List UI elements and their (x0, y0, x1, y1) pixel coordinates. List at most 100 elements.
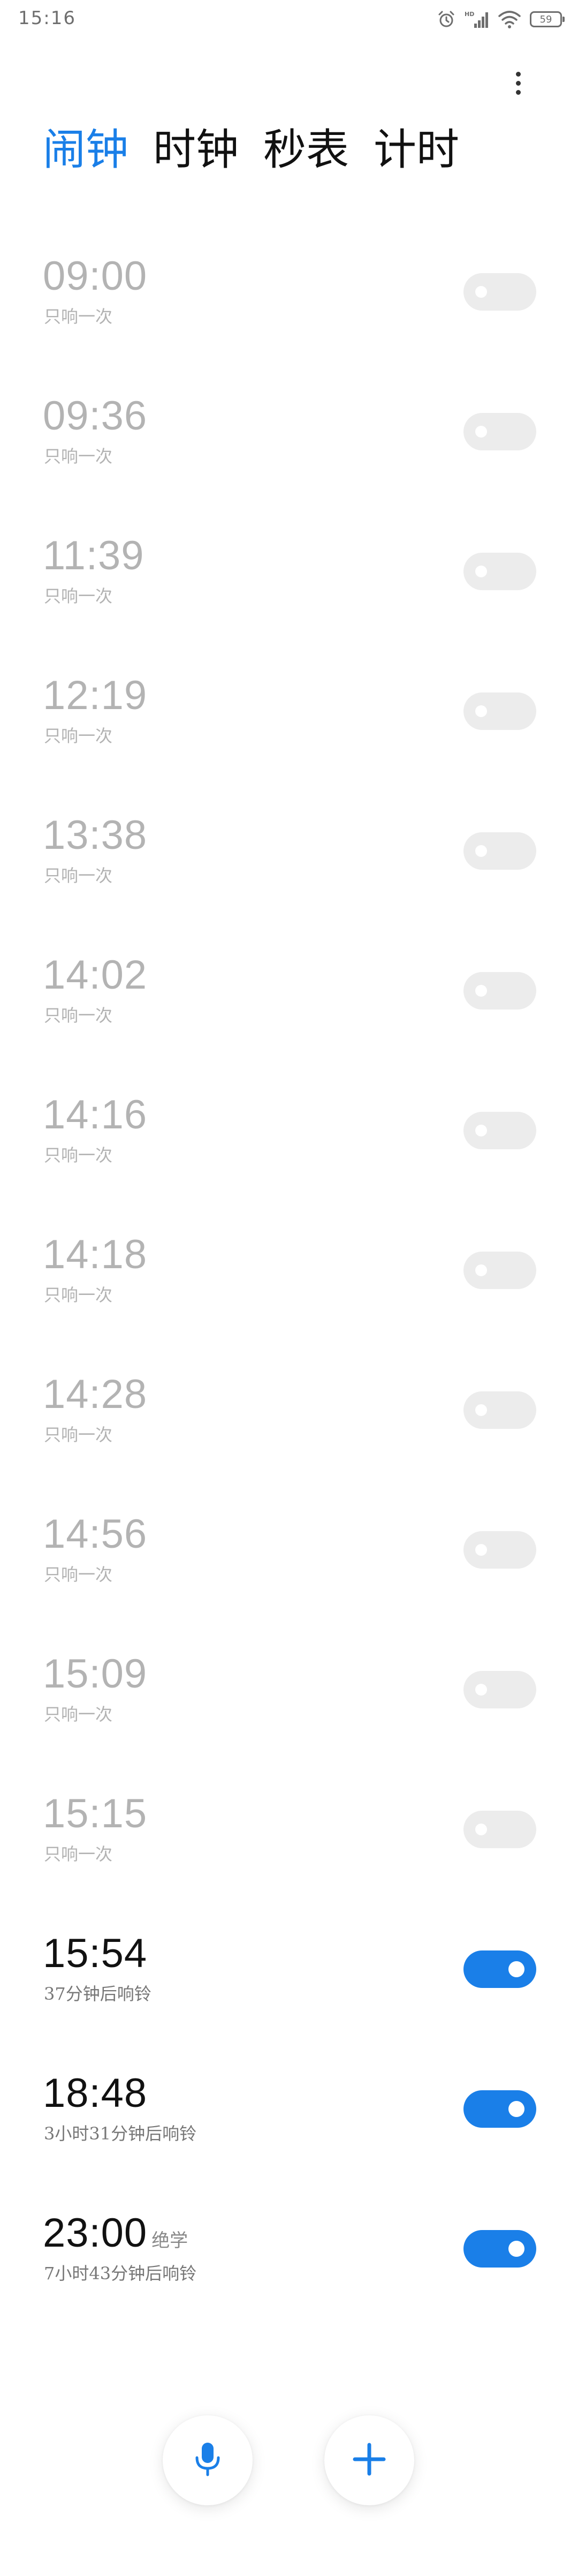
alarm-item[interactable]: 18:48 3小时31分钟后响铃 (0, 2042, 578, 2181)
toggle-knob (475, 705, 487, 717)
alarm-item[interactable]: 14:18 只响一次 (0, 1203, 578, 1343)
toggle-knob (475, 1544, 487, 1556)
alarm-time-value: 11:39 (43, 533, 144, 578)
alarm-subtitle: 只响一次 (44, 1564, 113, 1585)
tab-stopwatch[interactable]: 秒表 (263, 129, 349, 171)
plus-icon (351, 2441, 388, 2480)
alarm-time: 09:36 (43, 396, 147, 436)
tab-alarm[interactable]: 闹钟 (43, 129, 128, 171)
toggle-knob (475, 1824, 487, 1835)
alarm-subtitle: 7小时43分钟后响铃 (44, 2263, 197, 2284)
alarm-toggle[interactable] (463, 413, 536, 450)
alarm-item[interactable]: 13:38 只响一次 (0, 784, 578, 923)
alarm-time: 14:16 (43, 1095, 147, 1135)
alarm-toggle[interactable] (463, 1252, 536, 1289)
alarm-item[interactable]: 14:16 只响一次 (0, 1064, 578, 1203)
alarm-time-value: 14:16 (43, 1092, 148, 1138)
alarm-time-value: 09:36 (43, 393, 148, 439)
battery-level: 59 (539, 13, 552, 25)
toggle-knob (475, 566, 487, 577)
alarm-time: 14:18 (43, 1234, 147, 1275)
alarm-toggle[interactable] (463, 1531, 536, 1569)
microphone-icon (192, 2441, 224, 2480)
toggle-knob (475, 1684, 487, 1696)
wifi-icon (498, 10, 521, 29)
voice-alarm-button[interactable] (163, 2415, 253, 2505)
alarm-item[interactable]: 09:00 只响一次 (0, 225, 578, 364)
toggle-knob (475, 985, 487, 997)
more-vertical-icon-dot (515, 80, 521, 86)
alarm-toggle[interactable] (463, 273, 536, 311)
alarm-time: 15:54 (43, 1933, 147, 1974)
tab-clock[interactable]: 时钟 (153, 129, 239, 171)
alarm-time-value: 09:00 (43, 253, 148, 299)
alarm-toggle[interactable] (463, 972, 536, 1010)
hd-signal-icon: HD (465, 10, 489, 29)
alarm-subtitle: 只响一次 (44, 306, 113, 327)
alarm-toggle[interactable] (463, 1811, 536, 1848)
alarm-subtitle: 只响一次 (44, 586, 113, 606)
toggle-knob (475, 1264, 487, 1276)
alarm-toggle[interactable] (463, 2230, 536, 2268)
alarm-subtitle: 只响一次 (44, 1285, 113, 1305)
alarm-label: 绝学 (151, 2230, 188, 2251)
alarm-item[interactable]: 15:54 37分钟后响铃 (0, 1902, 578, 2042)
add-alarm-button[interactable] (324, 2415, 414, 2505)
alarm-item[interactable]: 14:02 只响一次 (0, 924, 578, 1063)
alarm-item[interactable]: 09:36 只响一次 (0, 365, 578, 504)
more-vertical-icon-dot (515, 89, 521, 95)
alarm-time-value: 14:18 (43, 1232, 148, 1277)
alarm-toggle[interactable] (463, 1671, 536, 1708)
toggle-knob (475, 1404, 487, 1416)
alarm-time: 12:19 (43, 675, 147, 716)
alarm-toggle[interactable] (463, 1112, 536, 1149)
tab-bar: 闹钟 时钟 秒表 计时 (43, 120, 459, 179)
alarm-subtitle: 只响一次 (44, 1425, 113, 1445)
alarm-item[interactable]: 12:19 只响一次 (0, 644, 578, 784)
battery-icon: 59 (530, 11, 565, 27)
toggle-knob (475, 426, 487, 438)
alarm-time-value: 14:56 (43, 1511, 148, 1557)
alarm-item[interactable]: 14:56 只响一次 (0, 1483, 578, 1622)
alarm-subtitle: 37分钟后响铃 (44, 1984, 151, 2004)
alarm-item[interactable]: 15:15 只响一次 (0, 1762, 578, 1902)
alarm-time-value: 12:19 (43, 673, 148, 718)
tab-timer[interactable]: 计时 (374, 129, 459, 171)
alarm-item[interactable]: 11:39 只响一次 (0, 504, 578, 644)
alarm-time: 09:00 (43, 256, 147, 297)
alarm-item[interactable]: 15:09 只响一次 (0, 1623, 578, 1762)
toggle-knob (475, 845, 487, 857)
alarm-subtitle: 只响一次 (44, 865, 113, 886)
alarm-toggle[interactable] (463, 832, 536, 870)
alarm-time: 13:38 (43, 815, 147, 856)
status-bar: 15:16 HD 59 (0, 0, 578, 43)
alarm-item[interactable]: 14:28 只响一次 (0, 1343, 578, 1482)
alarm-icon (437, 10, 456, 29)
alarm-time-value: 23:00 (43, 2210, 148, 2256)
alarm-time-value: 14:02 (43, 952, 148, 998)
alarm-subtitle: 只响一次 (44, 1844, 113, 1864)
alarm-time: 14:56 (43, 1514, 147, 1555)
alarm-subtitle: 只响一次 (44, 1145, 113, 1165)
alarm-subtitle: 只响一次 (44, 1704, 113, 1724)
alarm-toggle[interactable] (463, 553, 536, 590)
alarm-time-value: 15:54 (43, 1931, 148, 1976)
toggle-knob (508, 2241, 524, 2257)
toggle-knob (475, 286, 487, 298)
alarm-toggle[interactable] (463, 1950, 536, 1988)
toggle-knob (508, 1961, 524, 1977)
toggle-knob (475, 1125, 487, 1136)
status-time: 15:16 (18, 7, 76, 29)
alarm-toggle[interactable] (463, 1391, 536, 1429)
alarm-toggle[interactable] (463, 692, 536, 730)
alarm-time-value: 14:28 (43, 1372, 148, 1417)
alarm-time: 14:02 (43, 955, 147, 996)
alarm-time-value: 15:09 (43, 1651, 148, 1697)
alarm-subtitle: 只响一次 (44, 1005, 113, 1026)
alarm-time: 15:09 (43, 1654, 147, 1694)
alarm-time-value: 15:15 (43, 1791, 148, 1836)
alarm-item[interactable]: 23:00 绝学 7小时43分钟后响铃 (0, 2182, 578, 2321)
more-options-button[interactable] (502, 64, 534, 102)
alarm-subtitle: 只响一次 (44, 446, 113, 466)
alarm-toggle[interactable] (463, 2090, 536, 2128)
